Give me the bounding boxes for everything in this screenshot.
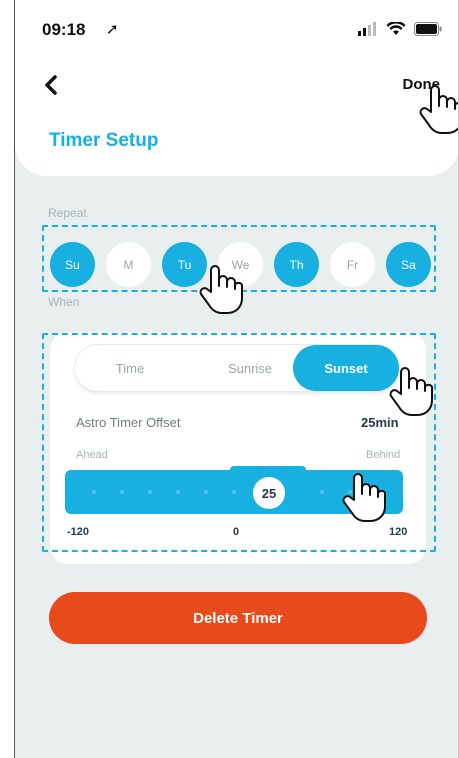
done-button[interactable]: Done: [403, 76, 441, 93]
mode-segmented-control: Time Sunrise Sunset: [74, 344, 400, 392]
day-tuesday[interactable]: Tu: [162, 242, 207, 287]
slider-tick: [204, 490, 208, 494]
slider-tick: [148, 490, 152, 494]
mode-sunset-option[interactable]: Sunset: [293, 345, 399, 391]
battery-icon: [414, 22, 442, 36]
slider-tick: [320, 490, 324, 494]
slider-max-label: 120: [389, 526, 408, 538]
slider-tick: [232, 490, 236, 494]
status-time: 09:18: [42, 20, 86, 39]
behind-label: Behind: [366, 449, 401, 461]
offset-slider-thumb[interactable]: 25: [253, 477, 285, 509]
offset-slider-track[interactable]: [65, 470, 403, 514]
slider-tick: [92, 490, 96, 494]
slider-tick: [348, 490, 352, 494]
slider-tick: [176, 490, 180, 494]
wifi-icon: [386, 22, 406, 35]
status-icons: [358, 22, 442, 36]
delete-timer-button[interactable]: Delete Timer: [49, 592, 427, 644]
back-chevron-icon[interactable]: [37, 70, 67, 100]
signal-icon: [358, 22, 376, 36]
when-label: When: [48, 295, 80, 309]
header-card: 09:18 ➚ Done Timer Setup: [15, 0, 458, 176]
offset-label: Astro Timer Offset: [76, 415, 181, 430]
offset-value: 25min: [361, 415, 399, 430]
day-monday[interactable]: M: [106, 242, 151, 287]
slider-mid-label: 0: [233, 526, 240, 538]
mode-sunrise-option[interactable]: Sunrise: [205, 345, 295, 391]
slider-min-label: -120: [67, 526, 90, 538]
repeat-label: Repeat: [48, 206, 87, 220]
page-title: Timer Setup: [49, 130, 159, 151]
ahead-label: Ahead: [76, 449, 108, 461]
repeat-days: Su M Tu We Th Fr Sa: [50, 242, 431, 287]
day-saturday[interactable]: Sa: [386, 242, 431, 287]
day-wednesday[interactable]: We: [218, 242, 263, 287]
day-sunday[interactable]: Su: [50, 242, 95, 287]
day-friday[interactable]: Fr: [330, 242, 375, 287]
slider-tick: [120, 490, 124, 494]
phone-screen: 09:18 ➚ Done Timer Setup Repeat Su M Tu …: [14, 0, 459, 758]
location-arrow-icon: ➚: [106, 21, 119, 38]
day-thursday[interactable]: Th: [274, 242, 319, 287]
mode-time-option[interactable]: Time: [95, 345, 165, 391]
